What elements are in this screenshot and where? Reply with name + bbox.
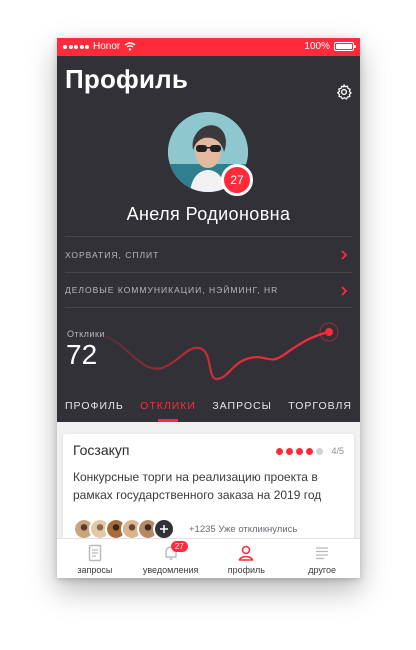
user-name: Анеля Родионовна [126, 204, 291, 224]
profile-header: Профиль 27 Анеля Родионовна ХОРВАТИЯ, СП… [57, 56, 360, 422]
responders-text: +1235 Уже откликнулись [189, 523, 298, 535]
card-rating: 4/5 [276, 446, 344, 456]
phone-screen: Honor 100% Профиль 27 Анеля Родионовна Х… [57, 38, 360, 578]
chevron-right-icon [341, 286, 348, 296]
menu-lines-icon [316, 547, 329, 560]
chevron-right-icon [341, 250, 348, 260]
sparkline-curve [104, 330, 330, 381]
battery-percent: 100% [304, 41, 330, 52]
signal-icon [63, 44, 89, 49]
document-icon [88, 544, 102, 562]
rating-dot [286, 447, 294, 455]
skills-label: ДЕЛОВЫЕ КОММУНИКАЦИИ, НЭЙМИНГ, HR [65, 285, 279, 295]
user-icon [239, 545, 254, 561]
tabbar-item-other[interactable]: другое [284, 539, 360, 578]
responders[interactable]: +1235 Уже откликнулись [73, 518, 297, 540]
responses-sparkline [104, 322, 339, 381]
stat-value: 72 [66, 339, 98, 370]
gear-icon[interactable] [335, 83, 353, 101]
tab-trade[interactable]: ТОРГОВЛЯ [288, 392, 352, 422]
status-left: Honor [63, 41, 136, 52]
status-bar: Honor 100% [57, 38, 360, 56]
tab-responses[interactable]: ОТКЛИКИ [140, 392, 196, 422]
location-label: ХОРВАТИЯ, СПЛИТ [65, 249, 160, 260]
carrier-name: Honor [93, 41, 121, 52]
stat-label: Отклики [67, 329, 105, 339]
rating-dot [276, 447, 284, 455]
sparkline-end-dot [325, 328, 333, 336]
more-responders-button[interactable] [153, 518, 175, 540]
location-row[interactable]: ХОРВАТИЯ, СПЛИТ [65, 236, 352, 272]
card-description: Конкурсные торги на реализацию проекта в… [73, 470, 322, 502]
skills-row[interactable]: ДЕЛОВЫЕ КОММУНИКАЦИИ, НЭЙМИНГ, HR [65, 272, 352, 308]
tab-requests[interactable]: ЗАПРОСЫ [212, 392, 272, 422]
tab-profile[interactable]: ПРОФИЛЬ [65, 392, 124, 422]
avatar-badge: 27 [221, 164, 253, 196]
wifi-icon [124, 42, 136, 51]
rating-dot [306, 447, 314, 455]
tabbar-item-requests[interactable]: запросы [57, 539, 133, 578]
plus-icon [160, 525, 168, 533]
bottom-tab-bar: запросы 27 уведомления профиль другое [57, 538, 360, 578]
card-title: Госзакуп [73, 442, 130, 458]
tabbar-label: уведомления [142, 565, 199, 575]
tabbar-label: другое [308, 565, 336, 575]
profile-tabs: ПРОФИЛЬ ОТКЛИКИ ЗАПРОСЫ ТОРГОВЛЯ [57, 392, 360, 422]
battery-icon [334, 42, 356, 51]
tabbar-label: запросы [77, 565, 113, 575]
rating-dot [316, 447, 324, 455]
tabbar-item-profile[interactable]: профиль [209, 539, 285, 578]
avatar-container[interactable]: 27 [168, 112, 253, 196]
page-title: Профиль [65, 64, 189, 94]
tabbar-item-notifications[interactable]: 27 уведомления [133, 539, 209, 578]
rating-text: 4/5 [331, 446, 344, 456]
rating-dot [296, 447, 304, 455]
status-right: 100% [304, 41, 356, 52]
tabbar-label: профиль [227, 565, 265, 575]
tender-card[interactable]: Госзакуп 4/5 Конкурсные торги на реализа… [63, 434, 354, 544]
notification-badge: 27 [170, 541, 188, 552]
